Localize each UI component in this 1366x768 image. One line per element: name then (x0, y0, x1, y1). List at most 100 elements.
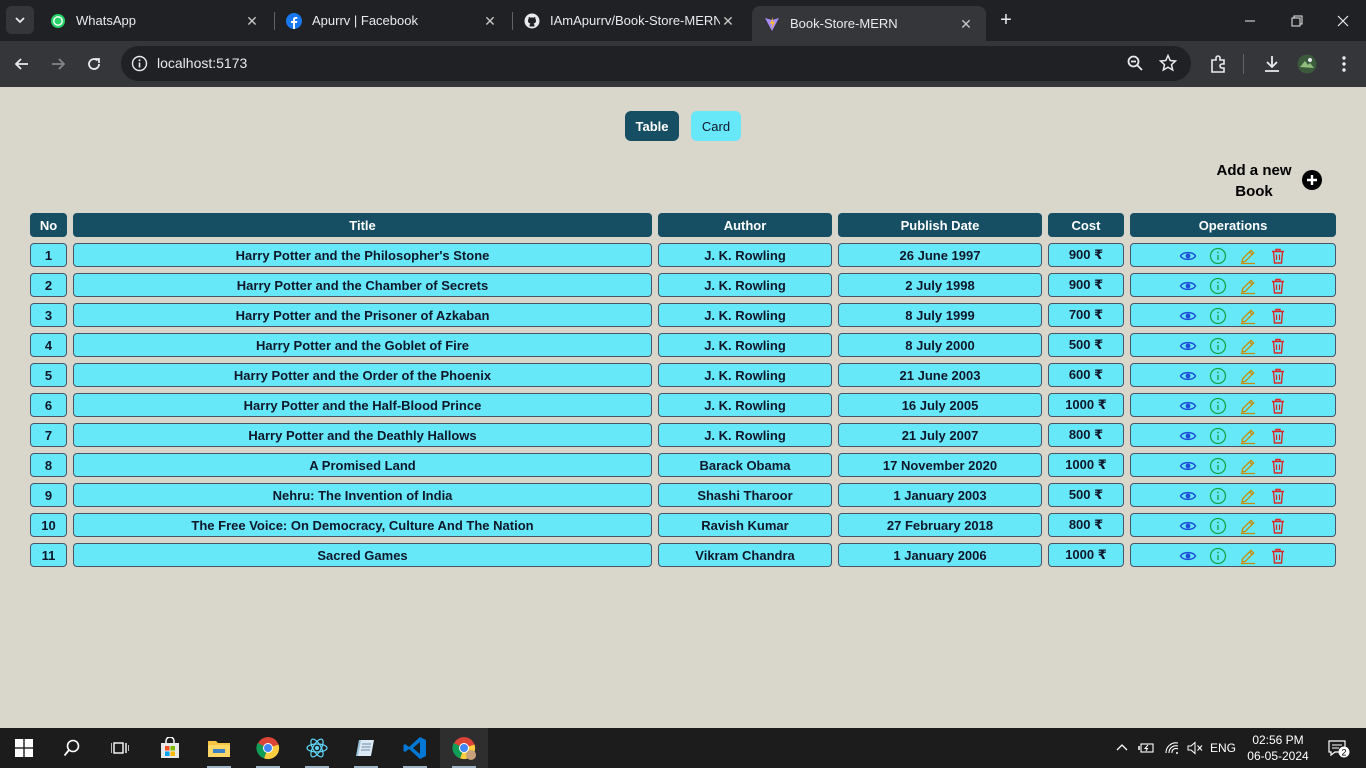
delete-icon[interactable] (1269, 367, 1287, 385)
tab-github[interactable]: IAmApurrv/Book-Store-MERN ✕ (512, 0, 748, 41)
info-icon[interactable] (1209, 247, 1227, 265)
edit-icon[interactable] (1239, 517, 1257, 535)
download-icon[interactable] (1262, 54, 1282, 74)
close-icon[interactable]: ✕ (482, 13, 498, 29)
edit-icon[interactable] (1239, 307, 1257, 325)
close-icon[interactable]: ✕ (244, 13, 260, 29)
edit-icon[interactable] (1239, 247, 1257, 265)
taskbar-react-app[interactable] (293, 728, 341, 768)
edit-icon[interactable] (1239, 397, 1257, 415)
info-icon[interactable] (1209, 487, 1227, 505)
edit-icon[interactable] (1239, 457, 1257, 475)
notepad-icon (356, 740, 374, 756)
back-button[interactable] (8, 50, 36, 78)
tab-facebook[interactable]: Apurrv | Facebook ✕ (274, 0, 510, 41)
system-clock[interactable]: 02:56 PM 06-05-2024 (1242, 732, 1314, 764)
eye-icon[interactable] (1179, 457, 1197, 475)
info-icon[interactable] (1209, 547, 1227, 565)
delete-icon[interactable] (1269, 397, 1287, 415)
info-icon[interactable] (1209, 517, 1227, 535)
delete-icon[interactable] (1269, 337, 1287, 355)
address-bar[interactable]: localhost:5173 (121, 46, 1191, 81)
eye-icon[interactable] (1179, 277, 1197, 295)
eye-icon[interactable] (1179, 397, 1197, 415)
card-view-button[interactable]: Card (691, 111, 741, 141)
battery-status[interactable] (1136, 728, 1158, 768)
edit-icon[interactable] (1239, 367, 1257, 385)
zoom-icon[interactable] (1126, 54, 1144, 72)
url-text[interactable]: localhost:5173 (157, 55, 247, 71)
delete-icon[interactable] (1269, 307, 1287, 325)
edit-icon[interactable] (1239, 337, 1257, 355)
delete-icon[interactable] (1269, 427, 1287, 445)
site-info-icon[interactable] (131, 55, 148, 72)
tab-whatsapp[interactable]: WhatsApp ✕ (38, 0, 272, 41)
delete-icon[interactable] (1269, 547, 1287, 565)
minimize-button[interactable] (1227, 0, 1273, 41)
operation-icons (1179, 367, 1289, 385)
delete-icon[interactable] (1269, 517, 1287, 535)
taskbar-file-explorer[interactable] (195, 728, 243, 768)
network-status[interactable] (1161, 728, 1183, 768)
table-view-button[interactable]: Table (625, 111, 679, 141)
new-tab-button[interactable]: + (994, 8, 1018, 32)
add-book-link[interactable]: Add a new Book (1200, 160, 1330, 202)
close-icon[interactable]: ✕ (720, 13, 736, 29)
eye-icon[interactable] (1179, 487, 1197, 505)
reload-button[interactable] (80, 50, 108, 78)
delete-icon[interactable] (1269, 247, 1287, 265)
plus-circle-icon[interactable] (1302, 170, 1322, 190)
notification-center-button[interactable]: 2 (1318, 728, 1358, 768)
info-icon[interactable] (1209, 277, 1227, 295)
add-book-label-line2: Book (1235, 183, 1273, 200)
info-icon[interactable] (1209, 457, 1227, 475)
tab-title: Book-Store-MERN (790, 16, 898, 31)
taskbar-vscode[interactable] (391, 728, 439, 768)
info-icon[interactable] (1209, 367, 1227, 385)
taskbar-notepad[interactable] (342, 728, 390, 768)
taskbar-chrome-profile[interactable] (440, 728, 488, 768)
more-menu-icon[interactable] (1334, 54, 1354, 74)
forward-button[interactable] (44, 50, 72, 78)
toolbar-divider (1243, 54, 1244, 74)
delete-icon[interactable] (1269, 277, 1287, 295)
input-language[interactable]: ENG (1208, 728, 1238, 768)
task-view-button[interactable] (96, 728, 144, 768)
edit-icon[interactable] (1239, 277, 1257, 295)
show-hidden-icons-button[interactable] (1112, 728, 1132, 768)
eye-icon[interactable] (1179, 337, 1197, 355)
eye-icon[interactable] (1179, 307, 1197, 325)
taskbar-search-button[interactable] (48, 728, 96, 768)
operation-icons (1179, 487, 1289, 505)
taskbar-chrome[interactable] (244, 728, 292, 768)
taskbar-microsoft-store[interactable] (146, 728, 194, 768)
delete-icon[interactable] (1269, 457, 1287, 475)
edit-icon[interactable] (1239, 427, 1257, 445)
start-button[interactable] (0, 728, 48, 768)
tab-book-store-active[interactable]: Book-Store-MERN ✕ (752, 6, 986, 41)
tab-search-button[interactable] (6, 6, 34, 34)
row-publish-date: 26 June 1997 (838, 243, 1042, 267)
close-icon[interactable]: ✕ (958, 16, 974, 32)
row-operations (1130, 513, 1336, 537)
volume-control[interactable] (1184, 728, 1206, 768)
delete-icon[interactable] (1269, 487, 1287, 505)
edit-icon[interactable] (1239, 547, 1257, 565)
eye-icon[interactable] (1179, 367, 1197, 385)
profile-avatar-icon[interactable] (1297, 54, 1317, 74)
operation-icons (1179, 427, 1289, 445)
eye-icon[interactable] (1179, 517, 1197, 535)
row-title: Harry Potter and the Deathly Hallows (73, 423, 652, 447)
info-icon[interactable] (1209, 307, 1227, 325)
extensions-icon[interactable] (1208, 54, 1228, 74)
edit-icon[interactable] (1239, 487, 1257, 505)
restore-button[interactable] (1274, 0, 1320, 41)
close-window-button[interactable] (1320, 0, 1366, 41)
info-icon[interactable] (1209, 337, 1227, 355)
eye-icon[interactable] (1179, 427, 1197, 445)
eye-icon[interactable] (1179, 247, 1197, 265)
eye-icon[interactable] (1179, 547, 1197, 565)
bookmark-star-icon[interactable] (1159, 54, 1177, 72)
info-icon[interactable] (1209, 397, 1227, 415)
info-icon[interactable] (1209, 427, 1227, 445)
